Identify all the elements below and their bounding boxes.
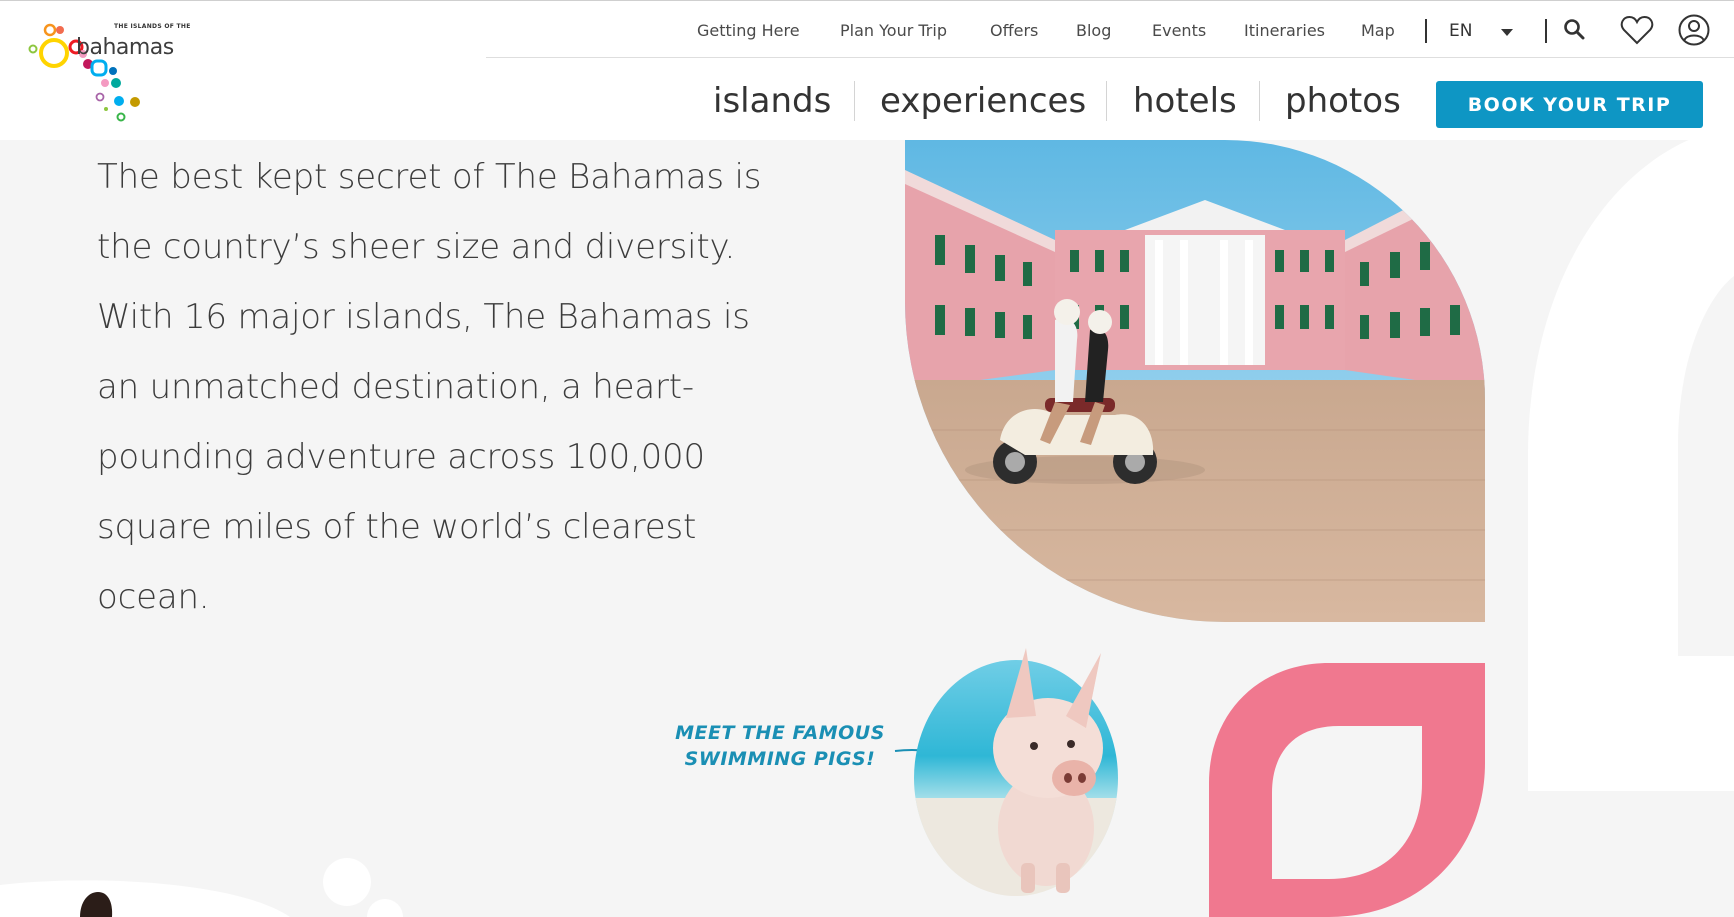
callout-line-2: SWIMMING PIGS! bbox=[684, 748, 876, 770]
search-icon[interactable] bbox=[1563, 18, 1585, 44]
intro-line: pounding adventure across 100,000 bbox=[97, 437, 705, 477]
language-selector[interactable]: EN bbox=[1449, 21, 1472, 41]
site-header: THE ISLANDS OF THE bahamas Getting Here … bbox=[0, 0, 1734, 140]
bottom-decoration bbox=[0, 840, 420, 917]
scooter-photo bbox=[905, 140, 1485, 622]
heart-icon[interactable] bbox=[1620, 15, 1654, 49]
intro-line: ocean. bbox=[97, 577, 210, 617]
nav-map[interactable]: Map bbox=[1361, 21, 1395, 40]
header-divider bbox=[486, 57, 1734, 58]
nav-blog[interactable]: Blog bbox=[1076, 21, 1111, 40]
nav-offers[interactable]: Offers bbox=[990, 21, 1038, 40]
nav-itineraries[interactable]: Itineraries bbox=[1244, 21, 1325, 40]
nav-divider bbox=[1425, 19, 1427, 43]
decorative-pink-shape bbox=[1209, 663, 1485, 917]
main-nav-islands[interactable]: islands bbox=[713, 81, 831, 121]
main-nav-photos[interactable]: photos bbox=[1285, 81, 1401, 121]
intro-line: square miles of the world’s clearest bbox=[97, 507, 697, 547]
main-nav-hotels[interactable]: hotels bbox=[1133, 81, 1237, 121]
nav-events[interactable]: Events bbox=[1152, 21, 1206, 40]
main-nav-divider bbox=[1259, 81, 1260, 121]
intro-line: an unmatched destination, a heart- bbox=[97, 367, 694, 407]
intro-line: The best kept secret of The Bahamas is bbox=[97, 157, 762, 197]
swimming-pigs-callout: MEET THE FAMOUS SWIMMING PIGS! bbox=[660, 720, 900, 772]
user-icon[interactable] bbox=[1678, 14, 1710, 50]
nav-divider bbox=[1545, 19, 1547, 43]
chevron-down-icon[interactable] bbox=[1501, 29, 1513, 36]
book-your-trip-button[interactable]: BOOK YOUR TRIP bbox=[1436, 81, 1703, 128]
callout-line-1: MEET THE FAMOUS bbox=[675, 722, 885, 744]
nav-getting-here[interactable]: Getting Here bbox=[697, 21, 800, 40]
main-nav-divider bbox=[854, 81, 855, 121]
nav-plan-your-trip[interactable]: Plan Your Trip bbox=[840, 21, 947, 40]
swimming-pig-photo bbox=[906, 638, 1176, 900]
main-nav-experiences[interactable]: experiences bbox=[880, 81, 1086, 121]
utility-nav: Getting Here Plan Your Trip Offers Blog … bbox=[0, 1, 1734, 59]
decorative-arc bbox=[1528, 126, 1734, 800]
intro-line: the country’s sheer size and diversity. bbox=[97, 227, 736, 267]
intro-line: With 16 major islands, The Bahamas is bbox=[97, 297, 750, 337]
main-nav-divider bbox=[1106, 81, 1107, 121]
intro-paragraph: The best kept secret of The Bahamas is t… bbox=[97, 142, 797, 632]
